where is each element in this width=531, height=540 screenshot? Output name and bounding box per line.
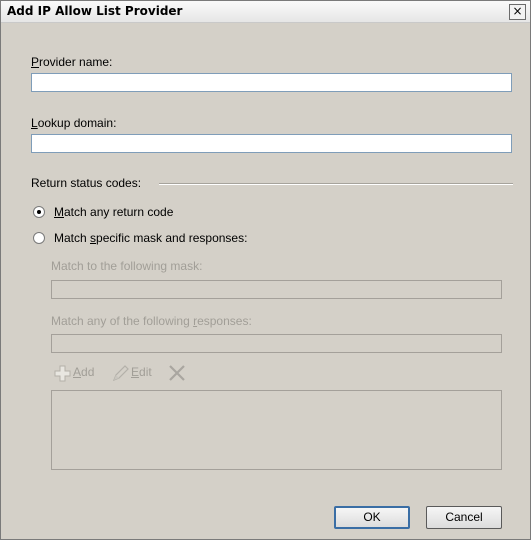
add-label: dd [81,365,95,380]
add-accelerator: A [73,365,82,380]
provider-name-label-text: rovider name: [39,55,113,69]
provider-name-accelerator: P [31,55,40,69]
title-bar[interactable]: Add IP Allow List Provider × [1,1,530,23]
edit-icon [112,365,129,382]
match-any-label-text: atch any return code [64,205,174,219]
dialog-title: Add IP Allow List Provider [7,4,183,18]
mask-input[interactable] [51,280,502,299]
remove-icon [169,365,185,381]
group-divider [159,183,513,185]
radio-selected-dot [37,210,41,214]
match-any-radio[interactable] [33,206,45,218]
edit-label: dit [139,365,152,380]
match-specific-label-pre: Match [54,231,91,245]
responses-label-text: esponses: [197,314,252,328]
return-status-heading: Return status codes: [31,176,142,190]
mask-label: Match to the following mask: [51,259,203,273]
provider-name-input[interactable] [31,73,512,92]
provider-name-label: Provider name: [31,55,112,69]
responses-list[interactable] [51,390,502,470]
match-any-accelerator: M [54,205,64,219]
match-specific-label-text: pecific mask and responses: [96,231,248,245]
lookup-domain-input[interactable] [31,134,512,153]
edit-accelerator: E [131,365,140,380]
edit-button[interactable]: Edit [111,364,152,382]
close-button[interactable]: × [509,4,526,20]
responses-label-pre: Match any of the following [51,314,194,328]
add-button[interactable]: Add [53,364,94,382]
ok-button[interactable]: OK [334,506,410,529]
remove-button[interactable] [167,364,187,382]
responses-label: Match any of the following responses: [51,314,252,328]
close-icon: × [512,4,523,18]
responses-input[interactable] [51,334,502,353]
match-any-label[interactable]: Match any return code [54,205,173,219]
match-specific-radio[interactable] [33,232,45,244]
add-ip-allow-list-provider-dialog: Add IP Allow List Provider × Provider na… [0,0,531,540]
add-icon [54,365,71,382]
match-specific-label[interactable]: Match specific mask and responses: [54,231,247,245]
lookup-domain-accelerator: L [31,116,38,130]
lookup-domain-label-text: ookup domain: [37,116,117,130]
lookup-domain-label: Lookup domain: [31,116,116,130]
cancel-button[interactable]: Cancel [426,506,502,529]
